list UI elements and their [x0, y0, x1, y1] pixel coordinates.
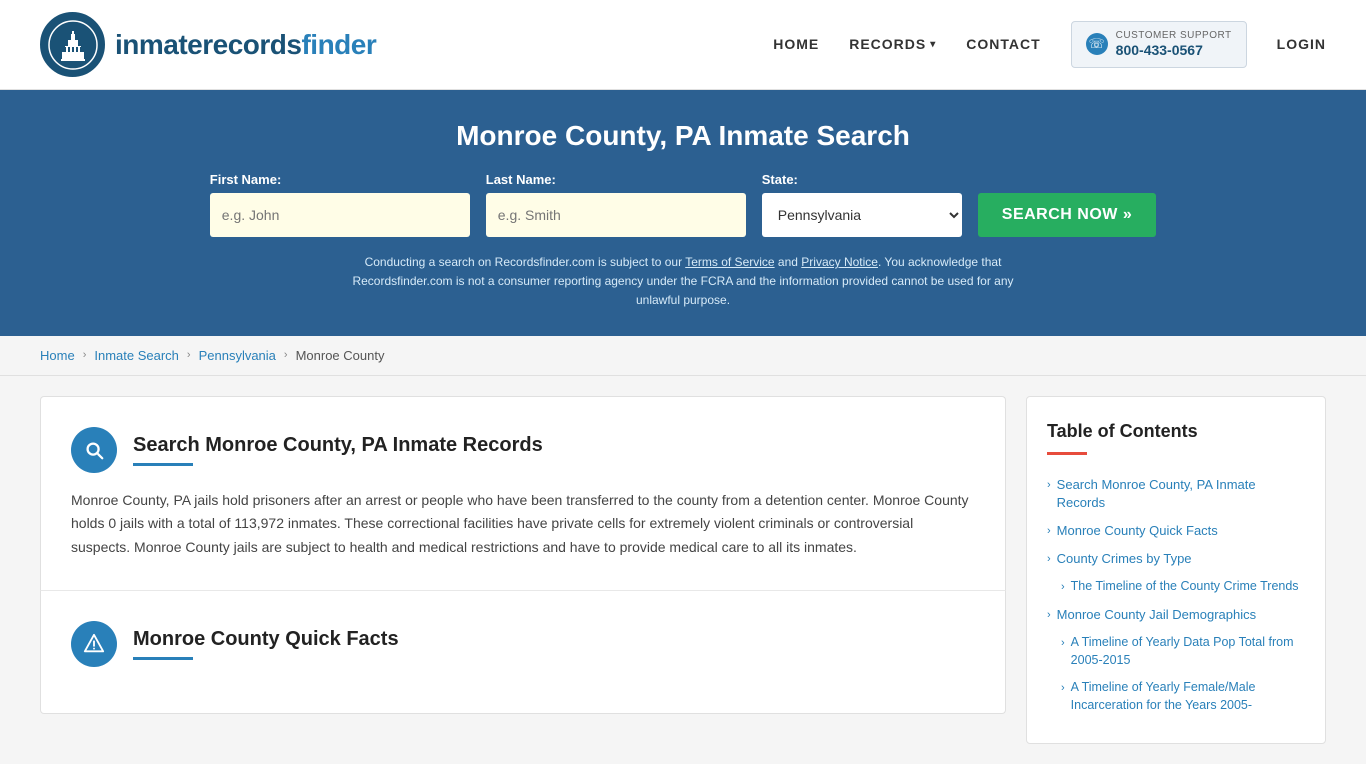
breadcrumb-county: Monroe County [296, 348, 385, 363]
toc-link-2[interactable]: › Monroe County Quick Facts [1047, 522, 1305, 540]
toc-item-1: › Search Monroe County, PA Inmate Record… [1047, 471, 1305, 517]
terms-link[interactable]: Terms of Service [685, 255, 774, 269]
chevron-right-icon: › [1061, 636, 1065, 669]
card-title-2: Monroe County Quick Facts [133, 628, 399, 651]
title-underline-2 [133, 657, 193, 660]
customer-support-button[interactable]: ☏ CUSTOMER SUPPORT 800-433-0567 [1071, 21, 1247, 68]
chevron-right-icon: › [1047, 524, 1051, 540]
logo-text: inmaterecordsfinder [115, 29, 376, 61]
title-underline-1 [133, 463, 193, 466]
breadcrumb-sep-3: › [284, 349, 288, 361]
toc-link-7[interactable]: › A Timeline of Yearly Female/Male Incar… [1061, 679, 1305, 714]
nav-login[interactable]: LOGIN [1277, 36, 1326, 52]
phone-icon: ☏ [1086, 33, 1108, 55]
chevron-right-icon: › [1047, 608, 1051, 624]
toc-link-4[interactable]: › The Timeline of the County Crime Trend… [1061, 578, 1305, 596]
search-icon [83, 439, 105, 461]
first-name-group: First Name: [210, 172, 470, 237]
content-area: Search Monroe County, PA Inmate Records … [40, 396, 1006, 744]
last-name-input[interactable] [486, 193, 746, 237]
chevron-right-icon: › [1061, 681, 1065, 714]
toc-divider [1047, 452, 1087, 455]
toc-item-2: › Monroe County Quick Facts [1047, 517, 1305, 545]
alert-icon [83, 633, 105, 655]
breadcrumb: Home › Inmate Search › Pennsylvania › Mo… [0, 336, 1366, 376]
privacy-link[interactable]: Privacy Notice [801, 255, 878, 269]
last-name-label: Last Name: [486, 172, 556, 187]
state-label: State: [762, 172, 798, 187]
search-form: First Name: Last Name: State: Pennsylvan… [40, 172, 1326, 237]
main-nav: HOME RECORDS ▾ CONTACT ☏ CUSTOMER SUPPOR… [773, 21, 1326, 68]
toc-item-7: › A Timeline of Yearly Female/Male Incar… [1047, 674, 1305, 719]
toc-link-5[interactable]: › Monroe County Jail Demographics [1047, 606, 1305, 624]
toc-card: Table of Contents › Search Monroe County… [1026, 396, 1326, 744]
chevron-right-icon: › [1061, 580, 1065, 596]
breadcrumb-sep-1: › [83, 349, 87, 361]
toc-link-6[interactable]: › A Timeline of Yearly Data Pop Total fr… [1061, 634, 1305, 669]
card-title-1: Search Monroe County, PA Inmate Records [133, 434, 543, 457]
nav-records[interactable]: RECORDS ▾ [849, 36, 936, 52]
first-name-label: First Name: [210, 172, 282, 187]
toc-item-5: › Monroe County Jail Demographics [1047, 601, 1305, 629]
state-select[interactable]: Pennsylvania [762, 193, 962, 237]
support-text: CUSTOMER SUPPORT 800-433-0567 [1116, 30, 1232, 59]
first-name-input[interactable] [210, 193, 470, 237]
card-header-2: Monroe County Quick Facts [71, 621, 975, 667]
search-icon-circle [71, 427, 117, 473]
toc-list: › Search Monroe County, PA Inmate Record… [1047, 471, 1305, 719]
last-name-group: Last Name: [486, 172, 746, 237]
sidebar: Table of Contents › Search Monroe County… [1026, 396, 1326, 744]
toc-item-4: › The Timeline of the County Crime Trend… [1047, 573, 1305, 601]
logo-icon [40, 12, 105, 77]
search-button[interactable]: SEARCH NOW » [978, 193, 1156, 237]
breadcrumb-sep-2: › [187, 349, 191, 361]
nav-contact[interactable]: CONTACT [966, 36, 1040, 52]
site-header: inmaterecordsfinder HOME RECORDS ▾ CONTA… [0, 0, 1366, 90]
main-container: Search Monroe County, PA Inmate Records … [0, 376, 1366, 764]
toc-item-3: › County Crimes by Type [1047, 545, 1305, 573]
card-title-wrapper-1: Search Monroe County, PA Inmate Records [133, 434, 543, 466]
alert-icon-circle [71, 621, 117, 667]
card-header-1: Search Monroe County, PA Inmate Records [71, 427, 975, 473]
card-body-1: Monroe County, PA jails hold prisoners a… [71, 489, 975, 560]
nav-home[interactable]: HOME [773, 36, 819, 52]
breadcrumb-state[interactable]: Pennsylvania [199, 348, 276, 363]
quick-facts-card: Monroe County Quick Facts [40, 590, 1006, 714]
state-group: State: Pennsylvania [762, 172, 962, 237]
toc-link-1[interactable]: › Search Monroe County, PA Inmate Record… [1047, 476, 1305, 512]
hero-section: Monroe County, PA Inmate Search First Na… [0, 90, 1366, 336]
disclaimer-text: Conducting a search on Recordsfinder.com… [333, 253, 1033, 311]
breadcrumb-inmate-search[interactable]: Inmate Search [94, 348, 179, 363]
card-title-wrapper-2: Monroe County Quick Facts [133, 628, 399, 660]
breadcrumb-home[interactable]: Home [40, 348, 75, 363]
chevron-right-icon: › [1047, 552, 1051, 568]
toc-title: Table of Contents [1047, 421, 1305, 442]
hero-title: Monroe County, PA Inmate Search [40, 120, 1326, 152]
inmate-records-card: Search Monroe County, PA Inmate Records … [40, 396, 1006, 590]
toc-item-6: › A Timeline of Yearly Data Pop Total fr… [1047, 629, 1305, 674]
chevron-right-icon: › [1047, 478, 1051, 512]
chevron-down-icon: ▾ [930, 39, 936, 50]
logo-area: inmaterecordsfinder [40, 12, 376, 77]
toc-link-3[interactable]: › County Crimes by Type [1047, 550, 1305, 568]
